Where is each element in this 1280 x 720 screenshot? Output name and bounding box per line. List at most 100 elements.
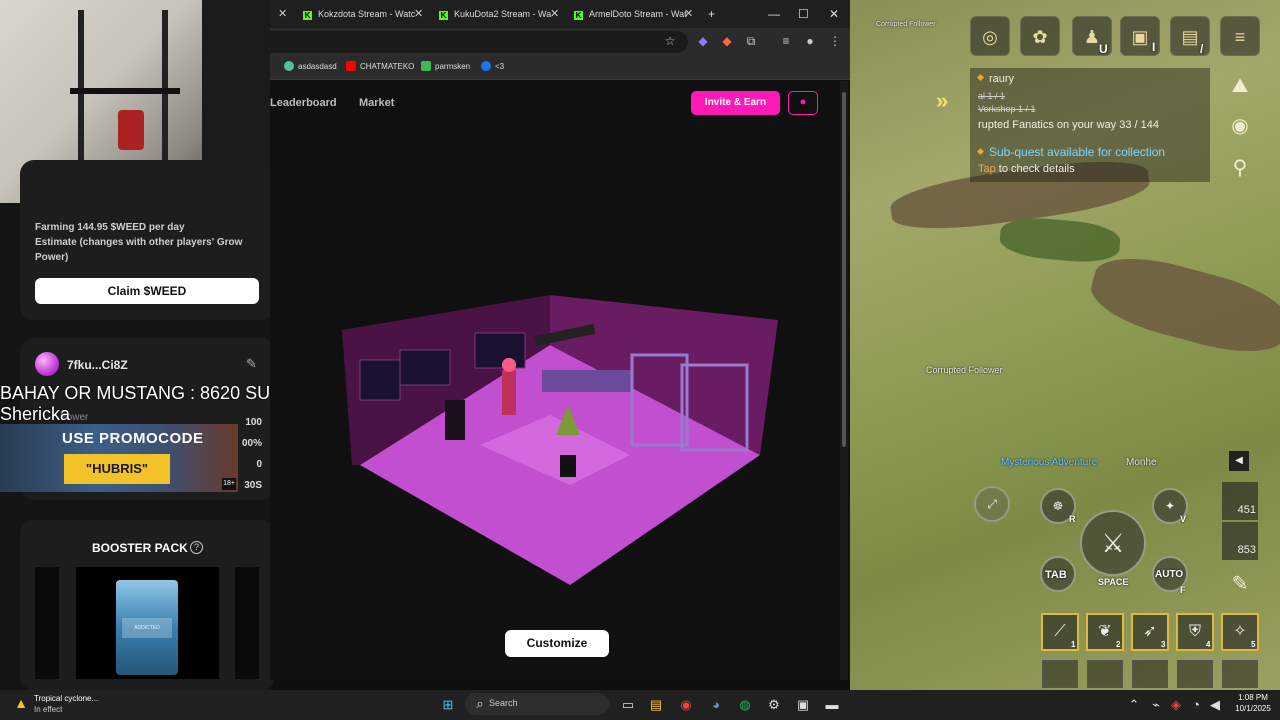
grow-room-scene[interactable] (330, 285, 790, 595)
weather-status: In effect (34, 705, 63, 714)
bag-icon[interactable]: ▤ (1170, 16, 1210, 56)
extension-icon[interactable]: ◆ (719, 33, 735, 49)
menu-icon[interactable]: ⋮ (827, 33, 843, 49)
weather-warning-icon[interactable]: ▲ (12, 694, 30, 712)
tab-kokzdota[interactable]: K Kokzdota Stream - Watc (303, 4, 415, 24)
age-badge: 18+ (222, 478, 236, 490)
sub-quest-notice[interactable]: Sub-quest available for collection (976, 145, 1165, 159)
player-name-label: Monhe (1126, 457, 1157, 468)
bookmark-chatmateko[interactable]: CHATMATEKO (346, 61, 414, 73)
signal-icon[interactable]: ◉ (1222, 108, 1258, 144)
stream-title-line1: BAHAY OR MUSTANG : 8620 SUBS (0, 383, 295, 403)
expand-icon[interactable]: ⤢ (974, 486, 1010, 522)
map-icon[interactable]: ⛰ (1222, 68, 1258, 104)
extension-icon[interactable]: ◆ (695, 33, 711, 49)
claim-weed-button[interactable]: Claim $WEED (35, 278, 259, 304)
bookmark-parmsken[interactable]: parmsken (421, 61, 470, 73)
quest-marker-icon (976, 147, 985, 156)
user-icon[interactable]: ● (788, 91, 818, 115)
invite-earn-button[interactable]: Invite & Earn (691, 91, 780, 115)
chevron-up-icon[interactable]: ⌃ (1124, 695, 1144, 715)
close-tab-icon[interactable]: ✕ (550, 4, 559, 24)
booster-pack[interactable]: ADDICTED (116, 580, 178, 675)
swirl-icon[interactable]: ◎ (970, 16, 1010, 56)
empty-slot[interactable] (1042, 660, 1078, 688)
stat-value: 00% (241, 438, 262, 449)
attack-sword-icon[interactable]: ⚔ (1080, 510, 1146, 576)
wifi-icon[interactable]: ◔ (1186, 695, 1206, 715)
scroll-item-icon[interactable]: ✎ (1222, 566, 1258, 602)
window (474, 332, 526, 369)
close-window-icon[interactable]: ✕ (829, 4, 839, 24)
maximize-icon[interactable]: ☐ (798, 4, 809, 24)
hotbar-number: 1 (1071, 640, 1076, 649)
media-icon[interactable]: ≡ (778, 33, 794, 49)
key-auto: AUTO (1155, 569, 1184, 580)
clock-date[interactable]: 10/1/2025 (1233, 704, 1273, 713)
booster-pack-next[interactable] (235, 567, 259, 679)
sheets-icon (421, 61, 431, 71)
menu-icon[interactable]: ≡ (1220, 16, 1260, 56)
spotify-icon[interactable]: ◍ (735, 695, 755, 715)
hotbar-number: 2 (1116, 640, 1121, 649)
close-tab-icon[interactable]: ✕ (278, 4, 287, 24)
potion-counter[interactable]: 451 (1222, 482, 1258, 520)
nav-leaderboard[interactable]: Leaderboard (270, 97, 337, 109)
nav-market[interactable]: Market (359, 97, 394, 109)
waypoint-icon[interactable]: ⚲ (1222, 150, 1258, 186)
clock-time[interactable]: 1:08 PM (1233, 693, 1273, 702)
weather-title[interactable]: Tropical cyclone... (34, 694, 98, 703)
mysterious-adventure-label[interactable]: Mysterious Adventure (1001, 457, 1097, 468)
bookmark-asdasdasd[interactable]: asdasdasd (284, 61, 337, 73)
key-r: R (1069, 514, 1076, 524)
new-tab-icon[interactable]: + (708, 4, 715, 24)
close-tab-icon[interactable]: ✕ (684, 4, 693, 24)
volume-icon[interactable]: ◀ (1205, 695, 1225, 715)
chrome-icon[interactable]: ◉ (676, 695, 696, 715)
url-input[interactable] (270, 31, 688, 53)
puzzle-icon[interactable]: ⧉ (743, 33, 759, 49)
empty-slot[interactable] (1132, 660, 1168, 688)
item-counter[interactable]: 853 (1222, 522, 1258, 560)
customize-button[interactable]: Customize (505, 630, 609, 657)
quest-title[interactable]: raury (976, 73, 1014, 85)
tab-armeldoto[interactable]: K ArmelDoto Stream - Wat (574, 4, 687, 24)
empty-slot[interactable] (1087, 660, 1123, 688)
game-app-icon[interactable]: ▣ (793, 695, 813, 715)
promo-code: "HUBRIS" (64, 454, 170, 484)
task-view-icon[interactable]: ▭ (618, 695, 638, 715)
pack-label: ADDICTED (122, 618, 172, 638)
tab-kukudota2[interactable]: K KukuDota2 Stream - Wa (439, 4, 551, 24)
edit-icon[interactable]: ✎ (246, 357, 260, 371)
youtube-icon (346, 61, 356, 71)
minimize-icon[interactable]: — (768, 4, 780, 24)
close-tab-icon[interactable]: ✕ (414, 4, 423, 24)
scroll-thumb[interactable] (842, 92, 846, 447)
avatar (35, 352, 59, 376)
file-explorer-icon[interactable]: ▤ (646, 695, 666, 715)
double-chevron-icon[interactable]: » (936, 88, 948, 114)
terminal-icon[interactable]: ▬ (822, 695, 842, 715)
key-v: V (1180, 514, 1187, 524)
guild-icon[interactable]: ✿ (1020, 16, 1060, 56)
bookmark-label: parmsken (435, 62, 471, 71)
window (359, 359, 401, 401)
bookmark-facebook[interactable]: <3 (481, 61, 504, 73)
taskbar (0, 690, 1280, 720)
help-icon[interactable]: ? (190, 541, 203, 554)
start-icon[interactable]: ⊞ (438, 695, 458, 715)
collapse-arrow-icon[interactable]: ◀ (1229, 451, 1249, 471)
profile-icon[interactable]: ● (802, 33, 818, 49)
network-icon[interactable]: ⌁ (1146, 695, 1166, 715)
empty-slot[interactable] (1177, 660, 1213, 688)
settings-icon[interactable]: ⚙ (764, 695, 784, 715)
tap-word: Tap (978, 163, 996, 175)
quest-objective-done: al 1 / 1 (978, 91, 1006, 101)
star-icon[interactable]: ☆ (662, 33, 678, 49)
empty-slot[interactable] (1222, 660, 1258, 688)
discord-icon[interactable]: ◕ (706, 695, 726, 715)
hotbar-number: 3 (1161, 640, 1166, 649)
facebook-icon (481, 61, 491, 71)
booster-pack-prev[interactable] (35, 567, 59, 679)
microphone-icon[interactable]: ◈ (1166, 695, 1186, 715)
